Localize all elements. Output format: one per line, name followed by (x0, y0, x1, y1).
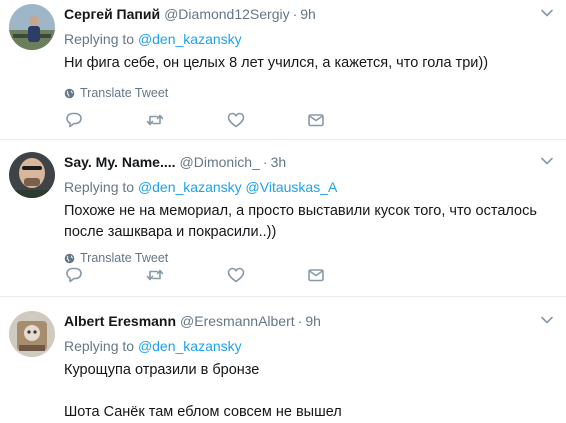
avatar[interactable] (9, 4, 55, 50)
avatar[interactable] (9, 152, 55, 198)
display-name[interactable]: Albert Eresmann (64, 313, 176, 329)
replying-prefix: Replying to (64, 31, 135, 47)
action-bar (64, 265, 464, 285)
heart-icon[interactable] (226, 265, 246, 285)
globe-icon (64, 253, 75, 264)
display-name[interactable]: Say. My. Name.... (64, 154, 176, 170)
retweet-icon[interactable] (145, 265, 165, 285)
tweet[interactable]: Сергей Папий @Diamond12Sergiy · 9h Replying… (0, 0, 566, 140)
tweet-header: Albert Eresmann @EresmannAlbert · 9h (64, 311, 556, 331)
user-handle[interactable]: @Diamond12Sergiy (164, 6, 290, 22)
tweet[interactable]: Say. My. Name.... @Dimonich_ · 3h Replying … (0, 140, 566, 297)
replying-prefix: Replying to (64, 338, 135, 354)
reply-icon[interactable] (64, 265, 84, 285)
translate-tweet-link[interactable]: Translate Tweet (64, 84, 556, 102)
replying-prefix: Replying to (64, 179, 135, 195)
tweet[interactable]: Albert Eresmann @EresmannAlbert · 9h Replyi… (0, 297, 566, 421)
mention-link[interactable]: @den_kazansky (138, 179, 242, 195)
replying-to: Replying to @den_kazansky @Vitauskas_A (64, 177, 556, 197)
separator-dot: · (292, 6, 298, 22)
replying-to: Replying to @den_kazansky (64, 336, 556, 356)
display-name[interactable]: Сергей Папий (64, 6, 160, 22)
chevron-down-icon[interactable] (538, 311, 556, 329)
timestamp[interactable]: 9h (305, 313, 321, 329)
envelope-icon[interactable] (306, 265, 326, 285)
translate-label: Translate Tweet (80, 86, 169, 100)
reply-icon[interactable] (64, 110, 84, 130)
tweet-header: Say. My. Name.... @Dimonich_ · 3h (64, 152, 556, 172)
avatar[interactable] (9, 311, 55, 357)
replying-to: Replying to @den_kazansky (64, 29, 556, 49)
mention-link[interactable]: @Vitauskas_A (246, 179, 338, 195)
tweet-text: Ни фига себе, он целых 8 лет учился, а к… (64, 55, 489, 71)
envelope-icon[interactable] (306, 110, 326, 130)
globe-icon (64, 88, 75, 99)
user-handle[interactable]: @Dimonich_ (180, 154, 260, 170)
action-bar (64, 110, 464, 130)
retweet-icon[interactable] (145, 110, 165, 130)
user-handle[interactable]: @EresmannAlbert (180, 313, 295, 329)
mention-link[interactable]: @den_kazansky (138, 338, 242, 354)
mention-link[interactable]: @den_kazansky (138, 31, 242, 47)
separator-dot: · (262, 154, 268, 170)
tweet-text: Курощупа отразили в бронзе Шота Санёк та… (64, 362, 342, 420)
tweet-text: Похоже не на мемориал, а просто выставил… (64, 203, 537, 240)
chevron-down-icon[interactable] (538, 152, 556, 170)
timestamp[interactable]: 9h (300, 6, 316, 22)
separator-dot: · (297, 313, 303, 329)
tweet-header: Сергей Папий @Diamond12Sergiy · 9h (64, 4, 556, 24)
heart-icon[interactable] (226, 110, 246, 130)
timestamp[interactable]: 3h (271, 154, 287, 170)
chevron-down-icon[interactable] (538, 4, 556, 22)
